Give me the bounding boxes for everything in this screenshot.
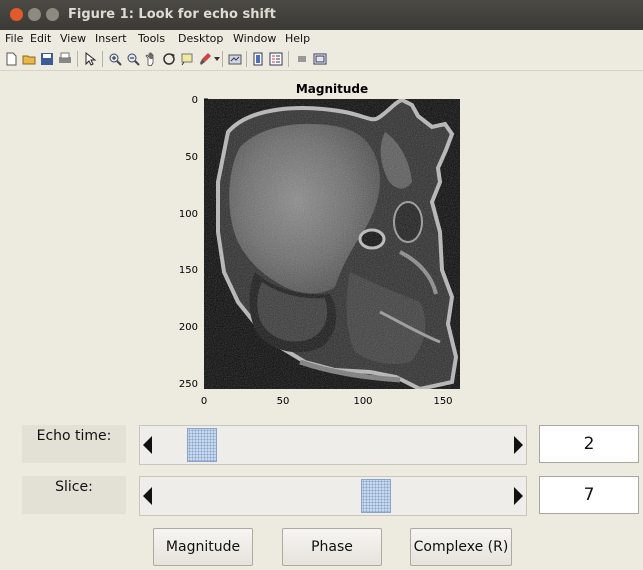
x-tick-label: 150 [433,396,452,407]
menu-file[interactable]: File [5,32,23,45]
pan-icon[interactable] [144,52,158,66]
save-icon[interactable] [40,52,54,66]
data-cursor-icon[interactable] [180,52,194,66]
toolbar [0,48,643,71]
echo-time-increment-icon[interactable] [514,436,523,454]
rotate-icon[interactable] [162,52,176,66]
show-plot-tools-icon[interactable] [313,52,327,66]
y-tick-label: 0 [192,95,198,106]
y-tick-label: 250 [179,379,198,390]
legend-icon[interactable] [269,52,283,66]
slice-value-field[interactable]: 7 [539,476,639,514]
toolbar-separator [222,51,223,67]
menu-desktop[interactable]: Desktop [178,32,223,45]
y-axis: 0 50 100 150 200 250 [179,95,208,390]
magnitude-button[interactable]: Magnitude [153,528,253,566]
y-tick-label: 100 [179,209,198,220]
menu-edit[interactable]: Edit [30,32,51,45]
y-tick-label: 200 [179,322,198,333]
maximize-window-icon[interactable] [46,8,59,21]
window-title: Figure 1: Look for echo shift [68,7,276,22]
slice-decrement-icon[interactable] [143,487,152,505]
title-bar: Figure 1: Look for echo shift [0,0,643,30]
hide-plot-tools-icon[interactable] [295,52,309,66]
echo-time-slider[interactable] [139,425,527,465]
slice-increment-icon[interactable] [514,487,523,505]
x-axis: 0 50 100 150 [201,396,453,407]
link-icon[interactable] [228,52,242,66]
print-icon[interactable] [58,52,72,66]
menu-help[interactable]: Help [285,32,310,45]
echo-time-value-field[interactable]: 2 [539,425,639,463]
zoom-out-icon[interactable] [126,52,140,66]
toolbar-separator [288,51,289,67]
menu-bar: File Edit View Insert Tools Desktop Wind… [0,30,643,48]
x-tick-label: 50 [277,396,290,407]
x-tick-label: 100 [353,396,372,407]
new-figure-icon[interactable] [4,52,18,66]
slice-label: Slice: [22,476,126,514]
menu-tools[interactable]: Tools [138,32,165,45]
menu-window[interactable]: Window [233,32,276,45]
pointer-icon[interactable] [83,52,97,66]
slice-slider-thumb[interactable] [360,479,391,513]
toolbar-separator [77,51,78,67]
minimize-window-icon[interactable] [28,8,41,21]
toolbar-separator [246,51,247,67]
plot-title: Magnitude [296,82,368,96]
menu-view[interactable]: View [60,32,86,45]
open-file-icon[interactable] [22,52,36,66]
mri-image [204,99,460,389]
zoom-in-icon[interactable] [108,52,122,66]
toolbar-separator [102,51,103,67]
brush-dropdown-icon[interactable] [214,57,220,61]
close-window-icon[interactable] [10,8,23,21]
brush-icon[interactable] [198,52,212,66]
echo-time-label: Echo time: [22,425,126,463]
y-tick-label: 150 [179,265,198,276]
x-tick-label: 0 [201,396,207,407]
menu-insert[interactable]: Insert [95,32,127,45]
complexe-button[interactable]: Complexe (R) [410,528,512,566]
colorbar-icon[interactable] [251,52,265,66]
echo-time-decrement-icon[interactable] [143,436,152,454]
echo-time-slider-thumb[interactable] [186,428,217,462]
y-tick-label: 50 [185,152,198,163]
slice-slider[interactable] [139,476,527,516]
phase-button[interactable]: Phase [282,528,382,566]
magnitude-plot[interactable]: Magnitude 0 50 100 150 200 250 0 50 100 … [0,72,643,412]
